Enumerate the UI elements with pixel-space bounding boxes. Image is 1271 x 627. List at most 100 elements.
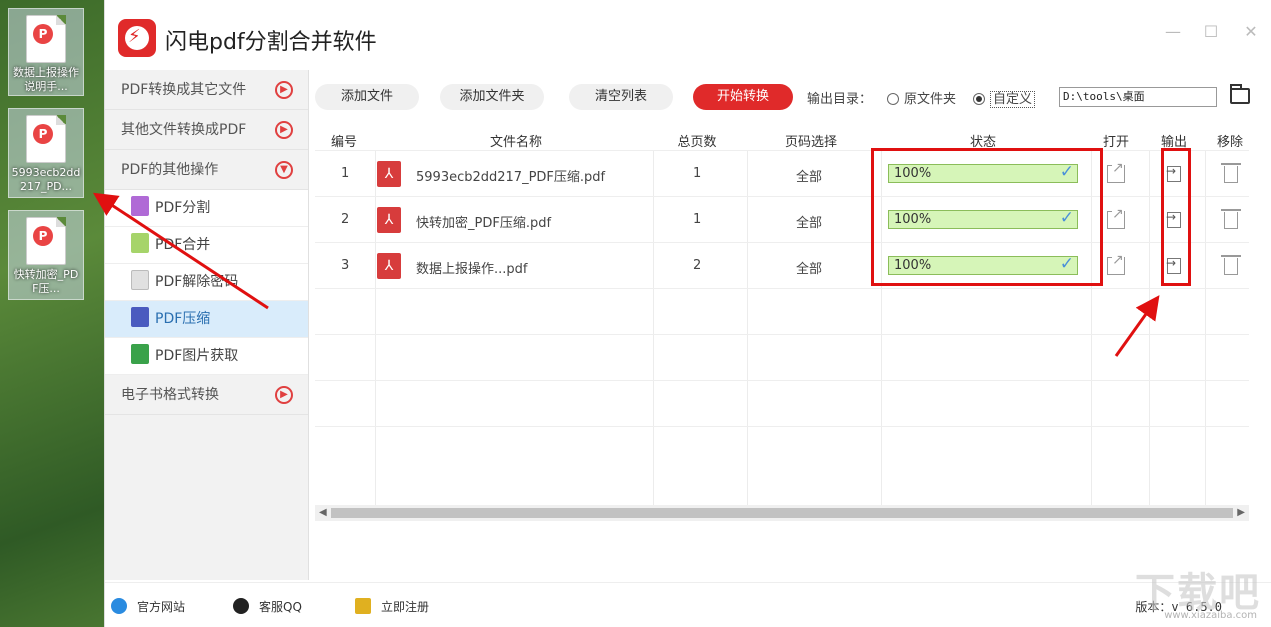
open-external-icon[interactable] — [1107, 160, 1125, 183]
header-range: 页码选择 — [784, 135, 837, 150]
sidebar-item-label: PDF压缩 — [155, 311, 211, 327]
table-row[interactable]: 3 ⅄ 数据上报操作...pdf 2 全部 100% ✓ — [315, 242, 1249, 288]
official-website-link[interactable]: 官方网站 — [111, 598, 185, 615]
watermark-url: www.xiazaiba.com — [1164, 610, 1257, 621]
cell-num: 2 — [341, 212, 350, 227]
sidebar-category-pdf-to-other[interactable]: PDF转换成其它文件 ▶ — [105, 70, 308, 110]
sidebar-item-pdf-unlock[interactable]: PDF解除密码 — [105, 264, 308, 301]
cell-pages: 1 — [693, 212, 702, 227]
footer-link-label: 立即注册 — [381, 600, 430, 614]
chevron-right-icon: ▶ — [275, 386, 293, 404]
split-icon — [131, 196, 149, 216]
scroll-left-icon[interactable]: ◀ — [319, 505, 327, 521]
minimize-button[interactable]: — — [1163, 22, 1183, 42]
radio-label: 自定义 — [990, 91, 1036, 108]
table-row-empty — [315, 426, 1249, 472]
image-icon — [131, 344, 149, 364]
open-external-icon[interactable] — [1107, 252, 1125, 275]
pdf-file-icon: P — [26, 115, 66, 163]
cell-name: 快转加密_PDF压缩.pdf — [416, 216, 552, 231]
chevron-right-icon: ▶ — [275, 121, 293, 139]
cell-pages: 1 — [693, 166, 702, 181]
radio-button-icon — [887, 93, 899, 105]
cell-range: 全部 — [796, 216, 823, 231]
sidebar-item-pdf-compress[interactable]: PDF压缩 — [105, 301, 308, 338]
desktop-file-label: 快转加密_PDF压... — [13, 268, 79, 295]
app-window: 闪电pdf分割合并软件 — ☐ ✕ PDF转换成其它文件 ▶ 其他文件转换成PD… — [104, 0, 1271, 627]
cell-num: 3 — [341, 258, 350, 273]
trash-icon[interactable] — [1221, 255, 1241, 275]
sidebar: PDF转换成其它文件 ▶ 其他文件转换成PDF ▶ PDF的其他操作 ▼ PDF… — [105, 70, 309, 580]
radio-button-icon — [973, 93, 985, 105]
desktop-file-icon-3[interactable]: P 快转加密_PDF压... — [8, 210, 84, 300]
merge-icon — [131, 233, 149, 253]
cell-name: 数据上报操作...pdf — [416, 262, 528, 277]
footer-link-label: 客服QQ — [259, 600, 302, 614]
key-icon — [355, 598, 371, 614]
desktop-file-label: 5993ecb2dd217_PD... — [11, 166, 81, 193]
trash-icon[interactable] — [1221, 163, 1241, 183]
sidebar-category-label: PDF转换成其它文件 — [121, 82, 247, 98]
radio-label: 原文件夹 — [904, 92, 957, 107]
scrollbar-thumb[interactable] — [331, 508, 1233, 518]
radio-custom-folder[interactable]: 自定义 — [973, 88, 1036, 108]
chevron-down-icon: ▼ — [275, 161, 293, 179]
clear-list-button[interactable]: 清空列表 — [569, 84, 673, 110]
header-name: 文件名称 — [489, 135, 542, 150]
pdf-icon: ⅄ — [377, 207, 401, 233]
header-pages: 总页数 — [677, 135, 717, 150]
cell-pages: 2 — [693, 258, 702, 273]
sidebar-category-other-to-pdf[interactable]: 其他文件转换成PDF ▶ — [105, 110, 308, 150]
radio-original-folder[interactable]: 原文件夹 — [887, 88, 956, 107]
desktop-file-label: 数据上报操作说明手... — [13, 66, 79, 93]
app-title: 闪电pdf分割合并软件 — [165, 30, 377, 55]
sidebar-category-label: PDF的其他操作 — [121, 162, 219, 178]
start-convert-button[interactable]: 开始转换 — [693, 84, 793, 110]
table-header: 编号 文件名称 总页数 页码选择 状态 打开 输出 移除 — [315, 126, 1249, 150]
ie-browser-icon — [111, 598, 127, 614]
table-row-empty — [315, 288, 1249, 334]
sidebar-item-label: PDF解除密码 — [155, 274, 239, 290]
register-link[interactable]: 立即注册 — [355, 598, 429, 615]
cell-range: 全部 — [796, 262, 823, 277]
pdf-icon: ⅄ — [377, 161, 401, 187]
table-row[interactable]: 2 ⅄ 快转加密_PDF压缩.pdf 1 全部 100% ✓ — [315, 196, 1249, 242]
horizontal-scrollbar[interactable]: ◀ ▶ — [315, 505, 1249, 521]
desktop-file-icon-2[interactable]: P 5993ecb2dd217_PD... — [8, 108, 84, 198]
pdf-file-icon: P — [26, 217, 66, 265]
close-button[interactable]: ✕ — [1241, 22, 1261, 42]
open-external-icon[interactable] — [1107, 206, 1125, 229]
add-folder-button[interactable]: 添加文件夹 — [440, 84, 544, 110]
cell-range: 全部 — [796, 170, 823, 185]
header-remove: 移除 — [1216, 135, 1243, 150]
sidebar-item-pdf-merge[interactable]: PDF合并 — [105, 227, 308, 264]
cell-num: 1 — [341, 166, 350, 181]
maximize-button[interactable]: ☐ — [1201, 22, 1221, 42]
pdf-icon: ⅄ — [377, 253, 401, 279]
output-dir-label: 输出目录： — [807, 92, 873, 107]
sidebar-category-pdf-other-ops[interactable]: PDF的其他操作 ▼ — [105, 150, 308, 190]
scroll-right-icon[interactable]: ▶ — [1237, 505, 1245, 521]
pdf-file-icon: P — [26, 15, 66, 63]
lock-icon — [131, 270, 149, 290]
table-row[interactable]: 1 ⅄ 5993ecb2dd217_PDF压缩.pdf 1 全部 100% ✓ — [315, 150, 1249, 196]
sidebar-item-label: PDF图片获取 — [155, 348, 239, 364]
folder-open-icon[interactable] — [1230, 84, 1250, 104]
sidebar-item-pdf-image-extract[interactable]: PDF图片获取 — [105, 338, 308, 375]
chevron-right-icon: ▶ — [275, 81, 293, 99]
header-open: 打开 — [1102, 135, 1129, 150]
header-num: 编号 — [330, 135, 357, 150]
add-file-button[interactable]: 添加文件 — [315, 84, 419, 110]
title-bar: 闪电pdf分割合并软件 — ☐ ✕ — [105, 0, 1271, 70]
output-path-input[interactable]: D:\tools\桌面 — [1059, 87, 1217, 107]
output-highlight-box — [1161, 148, 1191, 286]
desktop-file-icon-1[interactable]: P 数据上报操作说明手... — [8, 8, 84, 96]
trash-icon[interactable] — [1221, 209, 1241, 229]
support-qq-link[interactable]: 客服QQ — [233, 598, 302, 615]
app-logo-icon — [118, 19, 156, 57]
file-table: 编号 文件名称 总页数 页码选择 状态 打开 输出 移除 1 ⅄ 5993ecb… — [315, 126, 1249, 506]
status-highlight-box — [871, 148, 1103, 286]
sidebar-category-ebook[interactable]: 电子书格式转换 ▶ — [105, 375, 308, 415]
table-row-empty — [315, 380, 1249, 426]
sidebar-item-pdf-split[interactable]: PDF分割 — [105, 190, 308, 227]
